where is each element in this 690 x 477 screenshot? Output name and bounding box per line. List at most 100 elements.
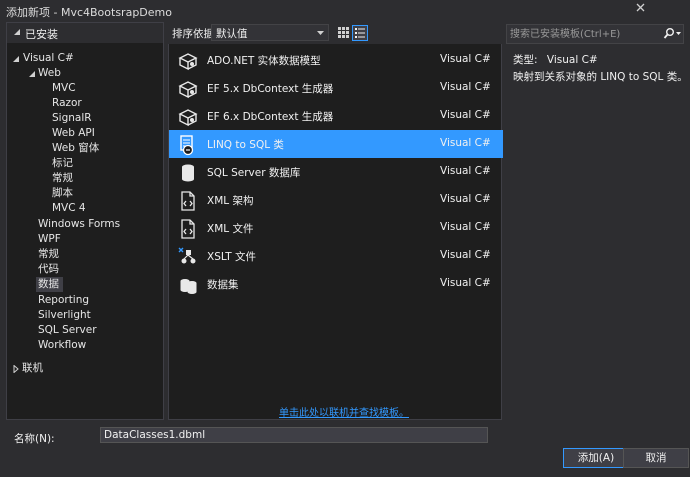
tree-item-label: Razor	[52, 97, 82, 109]
installed-header[interactable]: 已安装	[7, 23, 163, 43]
template-item-5[interactable]: XML 架构 Visual C#	[169, 186, 503, 214]
tree-item-label: Web API	[52, 127, 95, 139]
tree-item-label: MVC 4	[52, 202, 86, 214]
close-button[interactable]	[628, 0, 654, 15]
xml-schema-icon	[177, 190, 197, 211]
tree-item-2[interactable]: MVC	[50, 81, 80, 96]
tree-item-label: 数据	[38, 278, 59, 290]
tree-item-5[interactable]: Web API	[50, 126, 99, 141]
tree-item-12[interactable]: WPF	[36, 232, 65, 247]
ef-generator-icon	[177, 106, 198, 127]
tree-item-label: SQL Server	[38, 324, 97, 336]
list-view-icon	[355, 28, 365, 38]
template-name: XML 架构	[207, 195, 254, 207]
type-label: 类型:	[513, 54, 538, 66]
collapsed-arrow-icon[interactable]	[12, 365, 20, 373]
tree-item-label: Visual C#	[23, 52, 74, 64]
tree-item-label: Web 窗体	[52, 142, 100, 154]
search-box	[506, 24, 684, 44]
template-language: Visual C#	[440, 193, 491, 205]
tree-item-9[interactable]: 脚本	[50, 186, 77, 201]
tree-item-label: 常规	[52, 172, 73, 184]
tree-item-8[interactable]: 常规	[50, 171, 77, 186]
grid-view-icon	[338, 27, 349, 38]
add-button[interactable]: 添加(A)	[563, 448, 629, 468]
template-language: Visual C#	[440, 249, 491, 261]
template-language: Visual C#	[440, 165, 491, 177]
type-line: 类型: Visual C#	[513, 52, 598, 67]
tree-item-16[interactable]: Reporting	[36, 293, 93, 308]
tree-item-6[interactable]: Web 窗体	[50, 141, 103, 156]
template-item-8[interactable]: 数据集 Visual C#	[169, 270, 503, 298]
tree-item-0[interactable]: Visual C#	[21, 51, 78, 66]
sort-select[interactable]: 默认值	[211, 24, 329, 41]
template-language: Visual C#	[440, 81, 491, 93]
expanded-arrow-icon[interactable]	[12, 55, 20, 63]
template-item-6[interactable]: XML 文件 Visual C#	[169, 214, 503, 242]
tree-item-20[interactable]: 联机	[20, 361, 47, 376]
template-name: SQL Server 数据库	[207, 167, 301, 179]
template-language: Visual C#	[440, 109, 491, 121]
online-templates-link[interactable]: 单击此处以联机并查找模板。	[279, 404, 409, 419]
tree-item-label: MVC	[52, 82, 76, 94]
tree-item-label: 常规	[38, 248, 59, 260]
template-name: XML 文件	[207, 223, 254, 235]
installed-label: 已安装	[25, 28, 58, 41]
title-bar: 添加新项 - Mvc4BootsrapDemo	[0, 0, 690, 22]
xml-file-icon	[177, 218, 197, 239]
tree-item-15[interactable]: 数据	[36, 277, 63, 292]
small-icons-view-button[interactable]	[336, 25, 352, 41]
search-icon	[663, 28, 681, 39]
tree-item-label: 联机	[22, 362, 43, 374]
linq-to-sql-icon	[177, 134, 197, 156]
ef-generator-icon	[177, 78, 198, 99]
tree-item-label: 标记	[52, 157, 73, 169]
database-icon	[177, 162, 197, 182]
template-name: 数据集	[207, 279, 239, 291]
tree-item-label: 代码	[38, 263, 59, 275]
tree-item-10[interactable]: MVC 4	[50, 201, 90, 216]
tree-item-18[interactable]: SQL Server	[36, 323, 101, 338]
type-value: Visual C#	[546, 54, 598, 66]
template-list: ADO.NET 实体数据模型 Visual C# EF 5.x DbContext …	[168, 44, 503, 420]
tree-item-1[interactable]: Web	[36, 66, 65, 81]
tree-item-14[interactable]: 代码	[36, 262, 63, 277]
close-icon	[636, 3, 645, 12]
cancel-button[interactable]: 取消	[623, 448, 689, 468]
template-language: Visual C#	[440, 221, 491, 233]
chevron-down-icon	[317, 31, 324, 35]
expanded-arrow-icon[interactable]	[28, 70, 36, 78]
tree-item-label: 脚本	[52, 187, 73, 199]
tree-item-label: Silverlight	[38, 309, 91, 321]
tree-item-label: Workflow	[38, 339, 87, 351]
template-language: Visual C#	[440, 53, 491, 65]
tree-item-3[interactable]: Razor	[50, 96, 86, 111]
template-item-7[interactable]: XSLT 文件 Visual C#	[169, 242, 503, 270]
template-name: EF 5.x DbContext 生成器	[207, 83, 334, 95]
tree-item-label: Windows Forms	[38, 218, 121, 230]
list-view-button[interactable]	[352, 25, 368, 41]
template-name: LINQ to SQL 类	[207, 139, 284, 151]
template-item-0[interactable]: ADO.NET 实体数据模型 Visual C#	[169, 46, 503, 74]
tree-item-17[interactable]: Silverlight	[36, 308, 95, 323]
template-item-2[interactable]: EF 6.x DbContext 生成器 Visual C#	[169, 102, 503, 130]
template-item-4[interactable]: SQL Server 数据库 Visual C#	[169, 158, 503, 186]
search-button[interactable]	[663, 27, 683, 41]
name-input[interactable]	[100, 427, 488, 443]
tree-item-19[interactable]: Workflow	[36, 338, 90, 353]
template-description: 映射到关系对象的 LINQ to SQL 类。	[513, 71, 688, 83]
tree-item-label: SignalR	[52, 112, 92, 124]
entity-model-icon	[177, 50, 198, 71]
template-item-1[interactable]: EF 5.x DbContext 生成器 Visual C#	[169, 74, 503, 102]
template-language: Visual C#	[440, 277, 491, 289]
template-item-3[interactable]: LINQ to SQL 类 Visual C#	[169, 130, 503, 158]
tree-item-label: Web	[38, 67, 61, 79]
expand-arrow-icon	[14, 29, 20, 35]
tree-item-4[interactable]: SignalR	[50, 111, 96, 126]
search-input[interactable]	[510, 27, 660, 41]
template-language: Visual C#	[440, 137, 491, 149]
tree-item-7[interactable]: 标记	[50, 156, 77, 171]
details-panel: 类型: Visual C# 映射到关系对象的 LINQ to SQL 类。	[506, 44, 688, 420]
tree-item-11[interactable]: Windows Forms	[36, 217, 124, 232]
tree-item-13[interactable]: 常规	[36, 247, 63, 262]
